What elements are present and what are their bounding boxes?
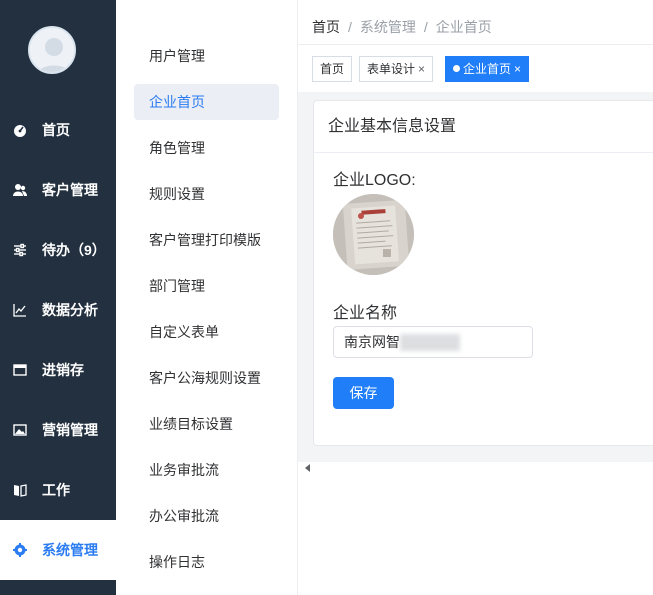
sliders-icon — [12, 242, 28, 258]
close-icon[interactable]: × — [418, 62, 425, 76]
scroll-left-arrow-icon[interactable] — [305, 464, 310, 472]
window-icon — [12, 362, 28, 378]
close-icon[interactable]: × — [514, 62, 521, 76]
breadcrumb: 首页 / 系统管理 / 企业首页 — [312, 17, 492, 37]
active-dot-icon — [453, 65, 460, 72]
tabs-bar: 首页 表单设计 × 企业首页 × — [298, 44, 653, 92]
nav-item-todo[interactable]: 待办（9） — [0, 220, 116, 280]
nav-item-label: 进销存 — [42, 362, 84, 378]
nav-item-label: 营销管理 — [42, 422, 98, 438]
nav-item-analytics[interactable]: 数据分析 — [0, 280, 116, 340]
redacted-text-overlay — [400, 334, 460, 351]
nav-item-label: 工作 — [42, 482, 70, 498]
book-icon — [12, 482, 28, 498]
submenu-item-rules[interactable]: 规则设置 — [134, 176, 279, 212]
system-submenu: 用户管理 企业首页 角色管理 规则设置 客户管理打印模版 部门管理 自定义表单 … — [116, 0, 298, 595]
tab-form-design[interactable]: 表单设计 × — [359, 56, 434, 82]
breadcrumb-system: 系统管理 — [359, 19, 416, 35]
submenu-item-company-home[interactable]: 企业首页 — [134, 84, 279, 120]
nav-item-label: 待办（9） — [42, 242, 106, 258]
nav-item-inventory[interactable]: 进销存 — [0, 340, 116, 400]
nav-item-label: 客户管理 — [42, 182, 98, 198]
company-logo-image[interactable] — [333, 194, 414, 275]
tab-label: 企业首页 — [463, 62, 512, 76]
submenu-item-operation-log[interactable]: 操作日志 — [134, 544, 279, 580]
logo-label: 企业LOGO: — [333, 172, 416, 189]
nav-item-label: 数据分析 — [42, 302, 98, 318]
tab-company-home[interactable]: 企业首页 × — [445, 56, 530, 82]
line-chart-icon — [12, 302, 28, 318]
nav-item-system[interactable]: 系统管理 — [0, 520, 116, 580]
nav-item-customers[interactable]: 客户管理 — [0, 160, 116, 220]
breadcrumb-current: 企业首页 — [435, 19, 492, 35]
nav-item-marketing[interactable]: 营销管理 — [0, 400, 116, 460]
nav-item-home[interactable]: 首页 — [0, 100, 116, 160]
dashboard-icon — [12, 122, 28, 138]
company-name-label: 企业名称 — [333, 305, 398, 322]
breadcrumb-home[interactable]: 首页 — [312, 19, 340, 35]
submenu-item-custom-forms[interactable]: 自定义表单 — [134, 314, 279, 350]
breadcrumb-separator: / — [348, 19, 352, 35]
company-info-card: 企业基本信息设置 企业LOGO: 企业名称 南京网智 保存 — [313, 100, 653, 446]
tab-label: 表单设计 — [367, 62, 416, 76]
submenu-item-pool-rules[interactable]: 客户公海规则设置 — [134, 360, 279, 396]
nav-item-label: 首页 — [42, 122, 70, 138]
breadcrumb-separator: / — [423, 19, 428, 35]
submenu-item-business-approval[interactable]: 业务审批流 — [134, 452, 279, 488]
save-button[interactable]: 保存 — [333, 377, 394, 409]
main-sidebar: 首页 客户管理 待办（9） 数据分析 进销存 营销管理 工作 系统管理 — [0, 0, 116, 595]
submenu-item-departments[interactable]: 部门管理 — [134, 268, 279, 304]
submenu-item-print-template[interactable]: 客户管理打印模版 — [134, 222, 279, 258]
nav-item-work[interactable]: 工作 — [0, 460, 116, 520]
user-avatar-icon — [30, 28, 74, 72]
submenu-item-users[interactable]: 用户管理 — [134, 38, 279, 74]
tab-home[interactable]: 首页 — [312, 56, 353, 82]
main-content: 首页 / 系统管理 / 企业首页 首页 表单设计 × 企业首页 × 企业基本信息设置 企业L… — [298, 0, 653, 595]
submenu-item-roles[interactable]: 角色管理 — [134, 130, 279, 166]
avatar[interactable] — [28, 26, 76, 74]
submenu-item-targets[interactable]: 业绩目标设置 — [134, 406, 279, 442]
nav-item-label: 系统管理 — [42, 542, 98, 558]
card-title: 企业基本信息设置 — [314, 101, 653, 153]
users-icon — [12, 182, 28, 198]
picture-icon — [12, 422, 28, 438]
tab-label: 首页 — [320, 62, 345, 76]
business-license-image — [333, 194, 414, 275]
gear-icon — [12, 542, 28, 558]
submenu-item-office-approval[interactable]: 办公审批流 — [134, 498, 279, 534]
